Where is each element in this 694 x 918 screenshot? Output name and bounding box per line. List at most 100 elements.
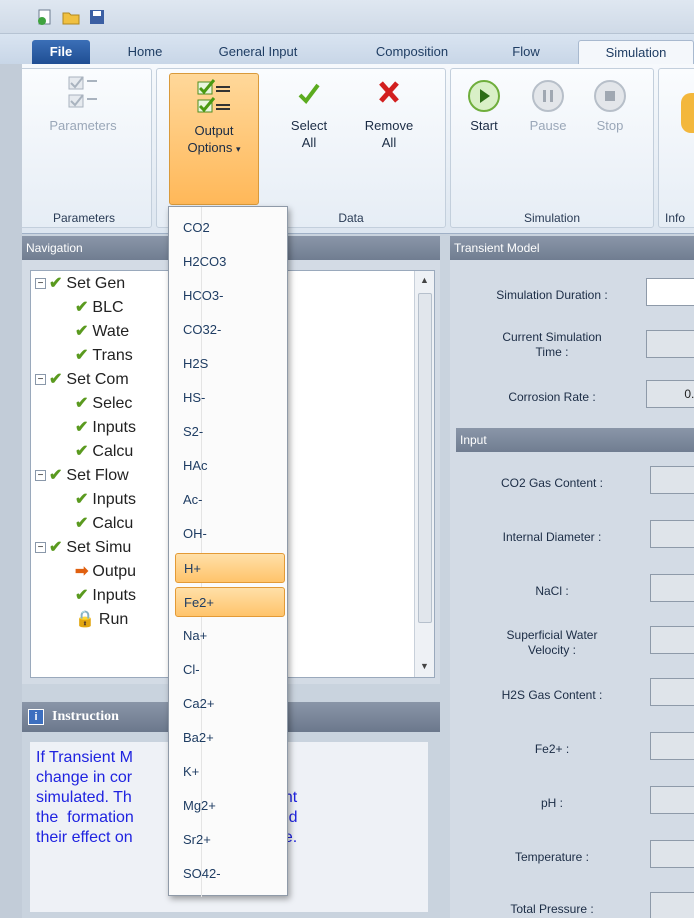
chevron-down-icon: ▾ bbox=[235, 144, 241, 154]
ph-label: pH : bbox=[540, 796, 563, 810]
check-icon: ✔ bbox=[75, 587, 89, 604]
tree-node-set-composition[interactable]: − ✔ Set Com bbox=[35, 369, 129, 391]
parameters-button[interactable]: Parameters bbox=[23, 73, 143, 134]
tree-node-calculate[interactable]: ✔ Calcu bbox=[75, 441, 133, 463]
tree-label: Set Com bbox=[66, 371, 129, 388]
check-icon: ✔ bbox=[75, 443, 89, 460]
remove-all-button[interactable]: Remove All bbox=[351, 73, 427, 151]
tab-flow[interactable]: Flow bbox=[500, 40, 552, 64]
remove-all-label-1: Remove bbox=[364, 118, 414, 133]
tree-label: Set Gen bbox=[66, 275, 126, 292]
collapse-icon[interactable]: − bbox=[35, 278, 46, 290]
stop-button[interactable]: Stop bbox=[581, 79, 639, 134]
start-label: Start bbox=[470, 118, 498, 133]
tree-node-output[interactable]: ➡ Outpu bbox=[75, 561, 136, 583]
tab-file[interactable]: File bbox=[32, 40, 90, 64]
menu-item-sr2[interactable]: Sr2+ bbox=[175, 825, 285, 855]
co2-gas-content-input[interactable] bbox=[650, 466, 694, 494]
collapse-icon[interactable]: − bbox=[35, 542, 46, 554]
tree-node-set-flow[interactable]: − ✔ Set Flow bbox=[35, 465, 129, 487]
superficial-water-velocity-input[interactable] bbox=[650, 626, 694, 654]
menu-item-ca2[interactable]: Ca2+ bbox=[175, 689, 285, 719]
tree-node-run[interactable]: 🔒 Run bbox=[75, 609, 128, 631]
select-all-label-1: Select bbox=[290, 118, 328, 133]
check-icon: ✔ bbox=[75, 515, 89, 532]
info-group: Info bbox=[658, 68, 694, 228]
check-icon: ✔ bbox=[75, 347, 89, 364]
open-folder-icon[interactable] bbox=[62, 8, 80, 26]
tree-node-blc[interactable]: ✔ BLC bbox=[75, 297, 124, 319]
tree-node-set-simulation[interactable]: − ✔ Set Simu bbox=[35, 537, 131, 559]
current-time-value bbox=[646, 330, 694, 358]
tab-simulation[interactable]: Simulation bbox=[578, 40, 694, 64]
scroll-up-icon[interactable]: ▲ bbox=[420, 275, 429, 285]
menu-item-hco3[interactable]: HCO3- bbox=[175, 281, 285, 311]
tree-node-flow-inputs[interactable]: ✔ Inputs bbox=[75, 489, 136, 511]
stop-icon bbox=[594, 80, 626, 112]
menu-item-mg2[interactable]: Mg2+ bbox=[175, 791, 285, 821]
tree-label: BLC bbox=[92, 299, 124, 316]
menu-item-ba2[interactable]: Ba2+ bbox=[175, 723, 285, 753]
menu-item-hac[interactable]: HAc bbox=[175, 451, 285, 481]
nacl-input[interactable] bbox=[650, 574, 694, 602]
tree-node-transient[interactable]: ✔ Trans bbox=[75, 345, 133, 367]
menu-item-h-plus[interactable]: H+ bbox=[175, 553, 285, 583]
check-icon: ✔ bbox=[49, 539, 63, 556]
output-options-label-2: Options bbox=[187, 140, 233, 155]
parameters-icon bbox=[68, 76, 97, 108]
output-options-button[interactable]: Output Options ▾ bbox=[169, 73, 259, 205]
tree-node-sim-inputs[interactable]: ✔ Inputs bbox=[75, 585, 136, 607]
h2s-gas-content-input[interactable] bbox=[650, 678, 694, 706]
internal-diameter-input[interactable] bbox=[650, 520, 694, 548]
menu-item-so42[interactable]: SO42- bbox=[175, 859, 285, 889]
collapse-icon[interactable]: − bbox=[35, 374, 46, 386]
scrollbar-thumb[interactable] bbox=[418, 293, 432, 623]
output-options-dropdown: CO2 H2CO3 HCO3- CO32- H2S HS- S2- HAc Ac… bbox=[168, 206, 288, 897]
ribbon: Parameters Parameters Output Options ▾ S… bbox=[0, 64, 694, 234]
select-all-label-2: All bbox=[301, 135, 317, 150]
tab-composition[interactable]: Composition bbox=[362, 40, 462, 64]
tab-general-input[interactable]: General Input bbox=[206, 40, 310, 64]
new-file-icon[interactable] bbox=[36, 8, 54, 26]
menu-item-s2[interactable]: S2- bbox=[175, 417, 285, 447]
tree-node-flow-calculate[interactable]: ✔ Calcu bbox=[75, 513, 133, 535]
tree-node-inputs[interactable]: ✔ Inputs bbox=[75, 417, 136, 439]
menu-item-na[interactable]: Na+ bbox=[175, 621, 285, 651]
parameters-label: Parameters bbox=[49, 118, 117, 133]
tab-home[interactable]: Home bbox=[112, 40, 178, 64]
scroll-down-icon[interactable]: ▼ bbox=[420, 661, 429, 671]
menu-item-h2s[interactable]: H2S bbox=[175, 349, 285, 379]
play-icon bbox=[468, 80, 500, 112]
info-icon[interactable] bbox=[681, 93, 694, 133]
start-button[interactable]: Start bbox=[455, 79, 513, 134]
red-x-icon bbox=[379, 81, 399, 103]
tree-node-water[interactable]: ✔ Wate bbox=[75, 321, 129, 343]
menu-item-co2[interactable]: CO2 bbox=[175, 213, 285, 243]
collapse-icon[interactable]: − bbox=[35, 470, 46, 482]
select-all-button[interactable]: Select All bbox=[279, 73, 339, 151]
menu-item-cl[interactable]: Cl- bbox=[175, 655, 285, 685]
total-pressure-input[interactable] bbox=[650, 892, 694, 918]
menu-item-oh[interactable]: OH- bbox=[175, 519, 285, 549]
current-time-label: Current Simulation Time : bbox=[502, 330, 602, 359]
ph-input[interactable] bbox=[650, 786, 694, 814]
simulation-duration-input[interactable] bbox=[646, 278, 694, 306]
save-icon[interactable] bbox=[88, 8, 106, 26]
temperature-input[interactable] bbox=[650, 840, 694, 868]
tree-label: Inputs bbox=[92, 419, 136, 436]
tree-node-select[interactable]: ✔ Selec bbox=[75, 393, 132, 415]
navigation-scrollbar[interactable]: ▲ ▼ bbox=[414, 271, 434, 677]
menu-item-co32[interactable]: CO32- bbox=[175, 315, 285, 345]
simulation-group: Start Pause Stop Simulation bbox=[450, 68, 654, 228]
menu-item-k[interactable]: K+ bbox=[175, 757, 285, 787]
menu-item-hs[interactable]: HS- bbox=[175, 383, 285, 413]
menu-item-h2co3[interactable]: H2CO3 bbox=[175, 247, 285, 277]
tree-node-set-general[interactable]: − ✔ Set Gen bbox=[35, 273, 125, 295]
fe2-label: Fe2+ : bbox=[534, 742, 570, 756]
menu-item-fe2[interactable]: Fe2+ bbox=[175, 587, 285, 617]
check-icon: ✔ bbox=[75, 419, 89, 436]
fe2-input[interactable] bbox=[650, 732, 694, 760]
temperature-label: Temperature : bbox=[514, 850, 590, 864]
menu-item-ac[interactable]: Ac- bbox=[175, 485, 285, 515]
pause-button[interactable]: Pause bbox=[519, 79, 577, 134]
